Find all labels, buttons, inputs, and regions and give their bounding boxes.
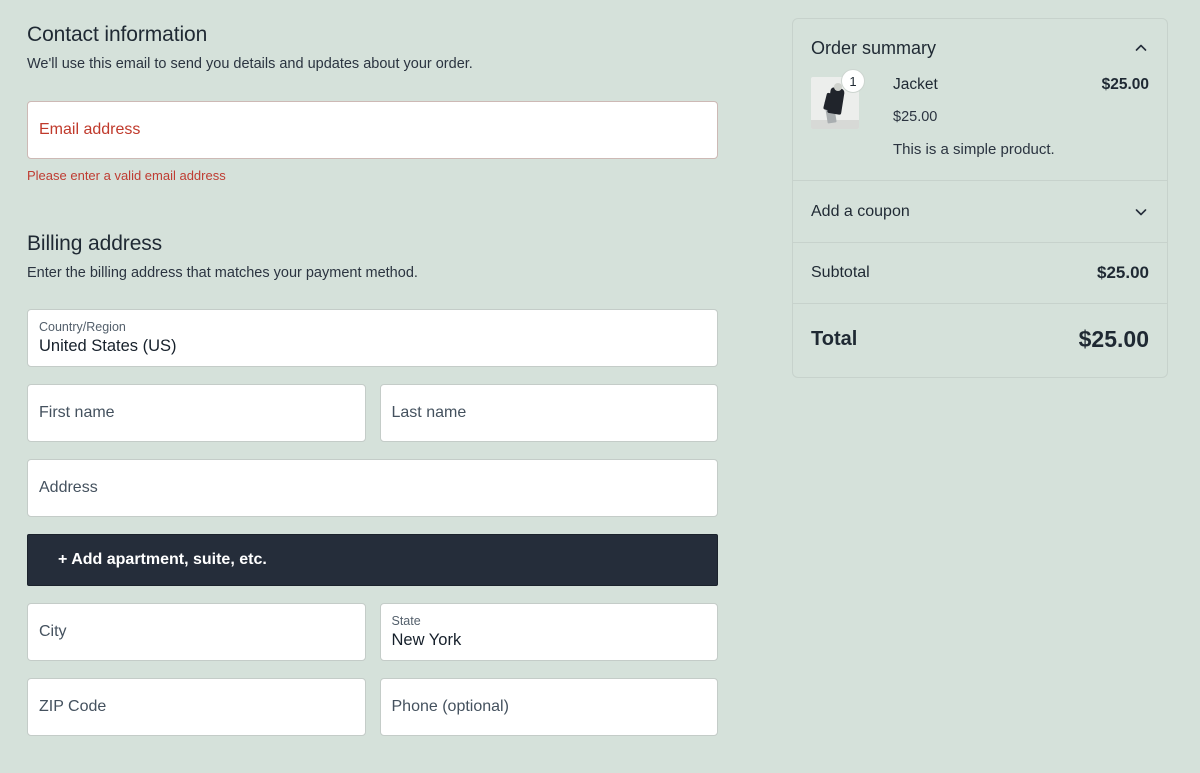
last-name-placeholder: Last name [391,404,467,421]
add-coupon-row[interactable]: Add a coupon [793,181,1167,242]
subtotal-amount: $25.00 [1097,263,1149,282]
name-row: First name Last name [27,384,718,442]
phone-field[interactable]: Phone (optional) [379,678,718,736]
country-region-value: United States (US) [39,336,177,355]
state-value: New York [391,630,462,649]
first-name-placeholder: First name [39,404,115,421]
order-item-line-total: $25.00 [1101,76,1149,93]
city-state-row: City State New York [27,603,718,661]
order-item-name: Jacket [893,76,938,93]
chevron-down-icon[interactable] [1133,204,1149,220]
order-item-description: This is a simple product. [893,141,1055,158]
email-error-message: Please enter a valid email address [27,168,226,183]
billing-address-subtitle: Enter the billing address that matches y… [27,265,418,281]
first-name-field[interactable]: First name [27,384,366,442]
order-summary-title: Order summary [811,38,937,58]
country-region-label: Country/Region [39,319,126,334]
order-summary-header[interactable]: Order summary [793,19,1167,59]
state-field[interactable]: State New York [379,603,718,661]
billing-address-title: Billing address [27,232,163,255]
phone-placeholder: Phone (optional) [391,698,509,715]
address-field[interactable]: Address [27,459,718,517]
order-item-info: Jacket $25.00 $25.00 This is a simple pr… [893,71,1149,160]
quantity-badge: 1 [841,69,865,93]
country-region-field[interactable]: Country/Region United States (US) [27,309,718,367]
order-item-unit-price: $25.00 [893,109,938,125]
add-coupon-label: Add a coupon [811,203,910,220]
zip-phone-row: ZIP Code Phone (optional) [27,678,718,736]
zip-code-placeholder: ZIP Code [39,698,107,715]
order-item-top-row: Jacket $25.00 [893,75,1149,95]
checkout-page: Contact information We'll use this email… [0,0,1200,773]
checkout-form-column: Contact information We'll use this email… [27,22,718,736]
order-item-thumbnail-wrap: 1 [811,69,865,160]
zip-code-field[interactable]: ZIP Code [27,678,366,736]
total-row: Total $25.00 [793,304,1167,377]
city-field[interactable]: City [27,603,366,661]
email-field[interactable]: Email address [27,101,718,159]
subtotal-label: Subtotal [811,264,870,281]
address-placeholder: Address [39,479,98,496]
contact-information-subtitle: We'll use this email to send you details… [27,56,473,72]
order-item: 1 Jacket $25.00 $25.00 This is a simple … [793,59,1167,180]
email-field-placeholder: Email address [39,121,141,138]
state-label: State [391,613,421,628]
city-placeholder: City [39,623,67,640]
subtotal-row: Subtotal $25.00 [793,243,1167,303]
order-summary-panel: Order summary 1 Jacket $25.00 $25.00 Thi… [792,18,1168,378]
chevron-up-icon[interactable] [1133,40,1149,56]
last-name-field[interactable]: Last name [379,384,718,442]
contact-information-title: Contact information [27,23,208,46]
total-amount: $25.00 [1078,326,1149,352]
total-label: Total [811,328,858,350]
add-apartment-button[interactable]: + Add apartment, suite, etc. [27,534,718,586]
